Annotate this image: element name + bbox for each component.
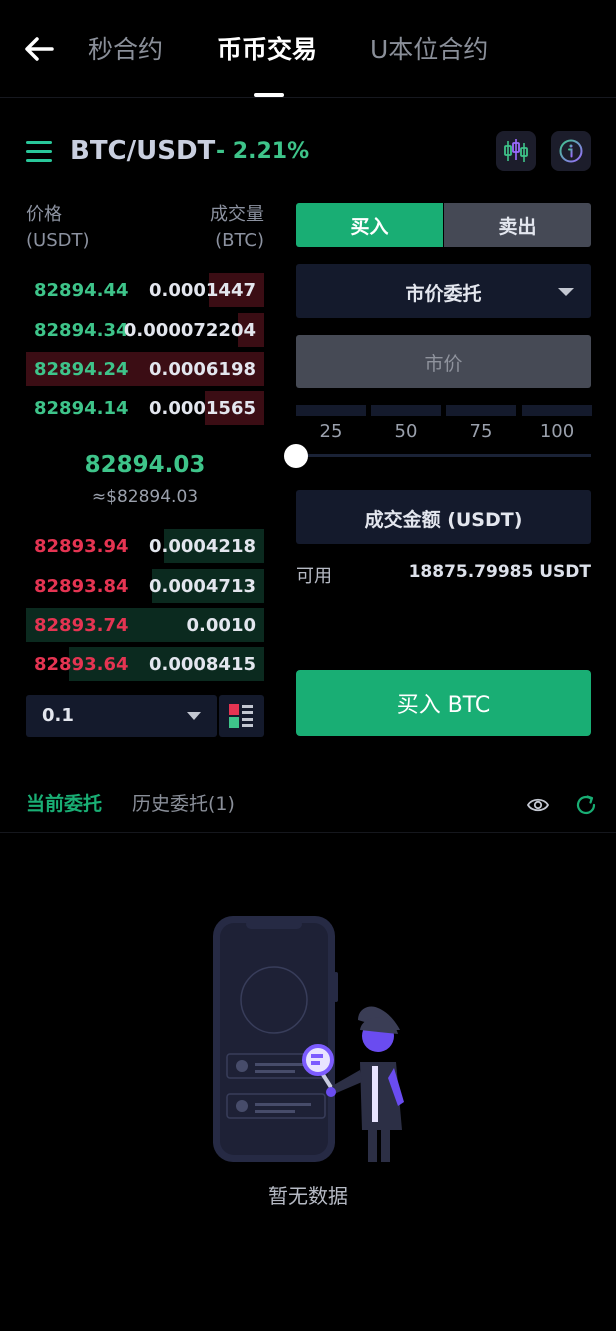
order-type-select[interactable]: 市价委托	[296, 264, 591, 318]
bid-price: 82893.74	[34, 615, 129, 636]
market-price-field: 市价	[296, 335, 591, 388]
amount-slider-track[interactable]	[296, 454, 591, 457]
last-price: 82894.03	[84, 452, 206, 478]
buy-btc-button[interactable]: 买入 BTC	[296, 670, 591, 736]
ask-price: 82894.44	[34, 280, 129, 301]
ask-price: 82894.34	[34, 320, 129, 341]
ask-row[interactable]: 82894.44 0.0001447	[26, 273, 264, 307]
price-header-label: 价格	[26, 204, 62, 225]
percent-bar[interactable]	[522, 405, 592, 416]
ask-amount: 0.0006198	[148, 359, 256, 380]
market-price-label: 市价	[424, 353, 463, 375]
volume-unit-label: (BTC)	[215, 230, 264, 251]
menu-icon[interactable]	[26, 141, 52, 163]
ask-amount: 0.0001447	[148, 280, 256, 301]
sell-tab[interactable]: 卖出	[444, 203, 591, 247]
amount-slider-handle[interactable]	[284, 444, 308, 468]
ask-price: 82894.14	[34, 398, 129, 419]
bid-amount: 0.0008415	[148, 654, 256, 675]
ask-row[interactable]: 82894.14 0.0001565	[26, 391, 264, 425]
ask-row[interactable]: 82894.24 0.0006198	[26, 352, 264, 386]
bid-price: 82893.94	[34, 536, 129, 557]
info-icon[interactable]	[551, 131, 591, 171]
precision-select[interactable]: 0.1	[26, 695, 217, 737]
ask-price: 82894.24	[34, 359, 129, 380]
price-change: - 2.21%	[216, 139, 310, 164]
orders-divider	[0, 832, 616, 833]
bid-amount: 0.0004713	[148, 576, 256, 597]
price-unit-label: (USDT)	[26, 230, 90, 251]
bid-price: 82893.64	[34, 654, 129, 675]
orderbook-price-header: 价格 (USDT)	[26, 202, 90, 254]
percent-option-50[interactable]: 50	[371, 421, 441, 442]
chevron-down-icon	[187, 712, 201, 720]
bid-amount: 0.0010	[186, 615, 256, 636]
percent-bars	[296, 405, 592, 416]
bid-row[interactable]: 82893.94 0.0004218	[26, 529, 264, 563]
orderbook-volume-header: 成交量 (BTC)	[210, 202, 264, 254]
orderbook-layout-icon[interactable]	[219, 695, 264, 737]
percent-bar[interactable]	[296, 405, 366, 416]
buy-tab[interactable]: 买入	[296, 203, 443, 247]
tab-usdt-futures[interactable]: U本位合约	[370, 30, 488, 66]
amount-placeholder: 成交金额 (USDT)	[364, 509, 523, 531]
percent-bar[interactable]	[371, 405, 441, 416]
available-label: 可用	[296, 566, 332, 587]
bid-row[interactable]: 82893.84 0.0004713	[26, 569, 264, 603]
ask-amount: 0.000072204	[123, 320, 256, 341]
tab-spot-trading[interactable]: 币币交易	[217, 30, 317, 66]
tab-current-orders[interactable]: 当前委托	[26, 789, 102, 816]
pair-symbol[interactable]: BTC/USDT	[70, 136, 215, 166]
precision-value: 0.1	[42, 705, 74, 726]
back-arrow-icon[interactable]	[22, 34, 56, 64]
bid-row[interactable]: 82893.74 0.0010	[26, 608, 264, 642]
empty-state-text: 暂无数据	[268, 1184, 348, 1208]
percent-option-75[interactable]: 75	[446, 421, 516, 442]
bid-price: 82893.84	[34, 576, 129, 597]
tab-second-contract[interactable]: 秒合约	[88, 30, 163, 66]
percent-option-100[interactable]: 100	[522, 421, 592, 442]
chevron-down-icon	[558, 288, 574, 296]
active-tab-indicator	[254, 93, 284, 97]
available-value: 18875.79985 USDT	[408, 562, 591, 582]
eye-icon[interactable]	[526, 795, 550, 815]
bid-amount: 0.0004218	[148, 536, 256, 557]
bid-row[interactable]: 82893.64 0.0008415	[26, 647, 264, 681]
top-nav: 秒合约 币币交易 U本位合约	[0, 0, 616, 98]
ask-amount: 0.0001565	[148, 398, 256, 419]
amount-input[interactable]: 成交金额 (USDT)	[296, 490, 591, 544]
percent-option-25[interactable]: 25	[296, 421, 366, 442]
volume-header-label: 成交量	[210, 204, 264, 225]
ask-row[interactable]: 82894.34 0.000072204	[26, 313, 264, 347]
refresh-icon[interactable]	[574, 793, 598, 817]
tab-order-history[interactable]: 历史委托(1)	[132, 789, 235, 816]
candlestick-chart-icon[interactable]	[496, 131, 536, 171]
order-type-value: 市价委托	[405, 283, 482, 305]
percent-bar[interactable]	[446, 405, 516, 416]
empty-state-illustration	[210, 912, 410, 1164]
last-price-fiat: ≈$82894.03	[91, 487, 199, 507]
